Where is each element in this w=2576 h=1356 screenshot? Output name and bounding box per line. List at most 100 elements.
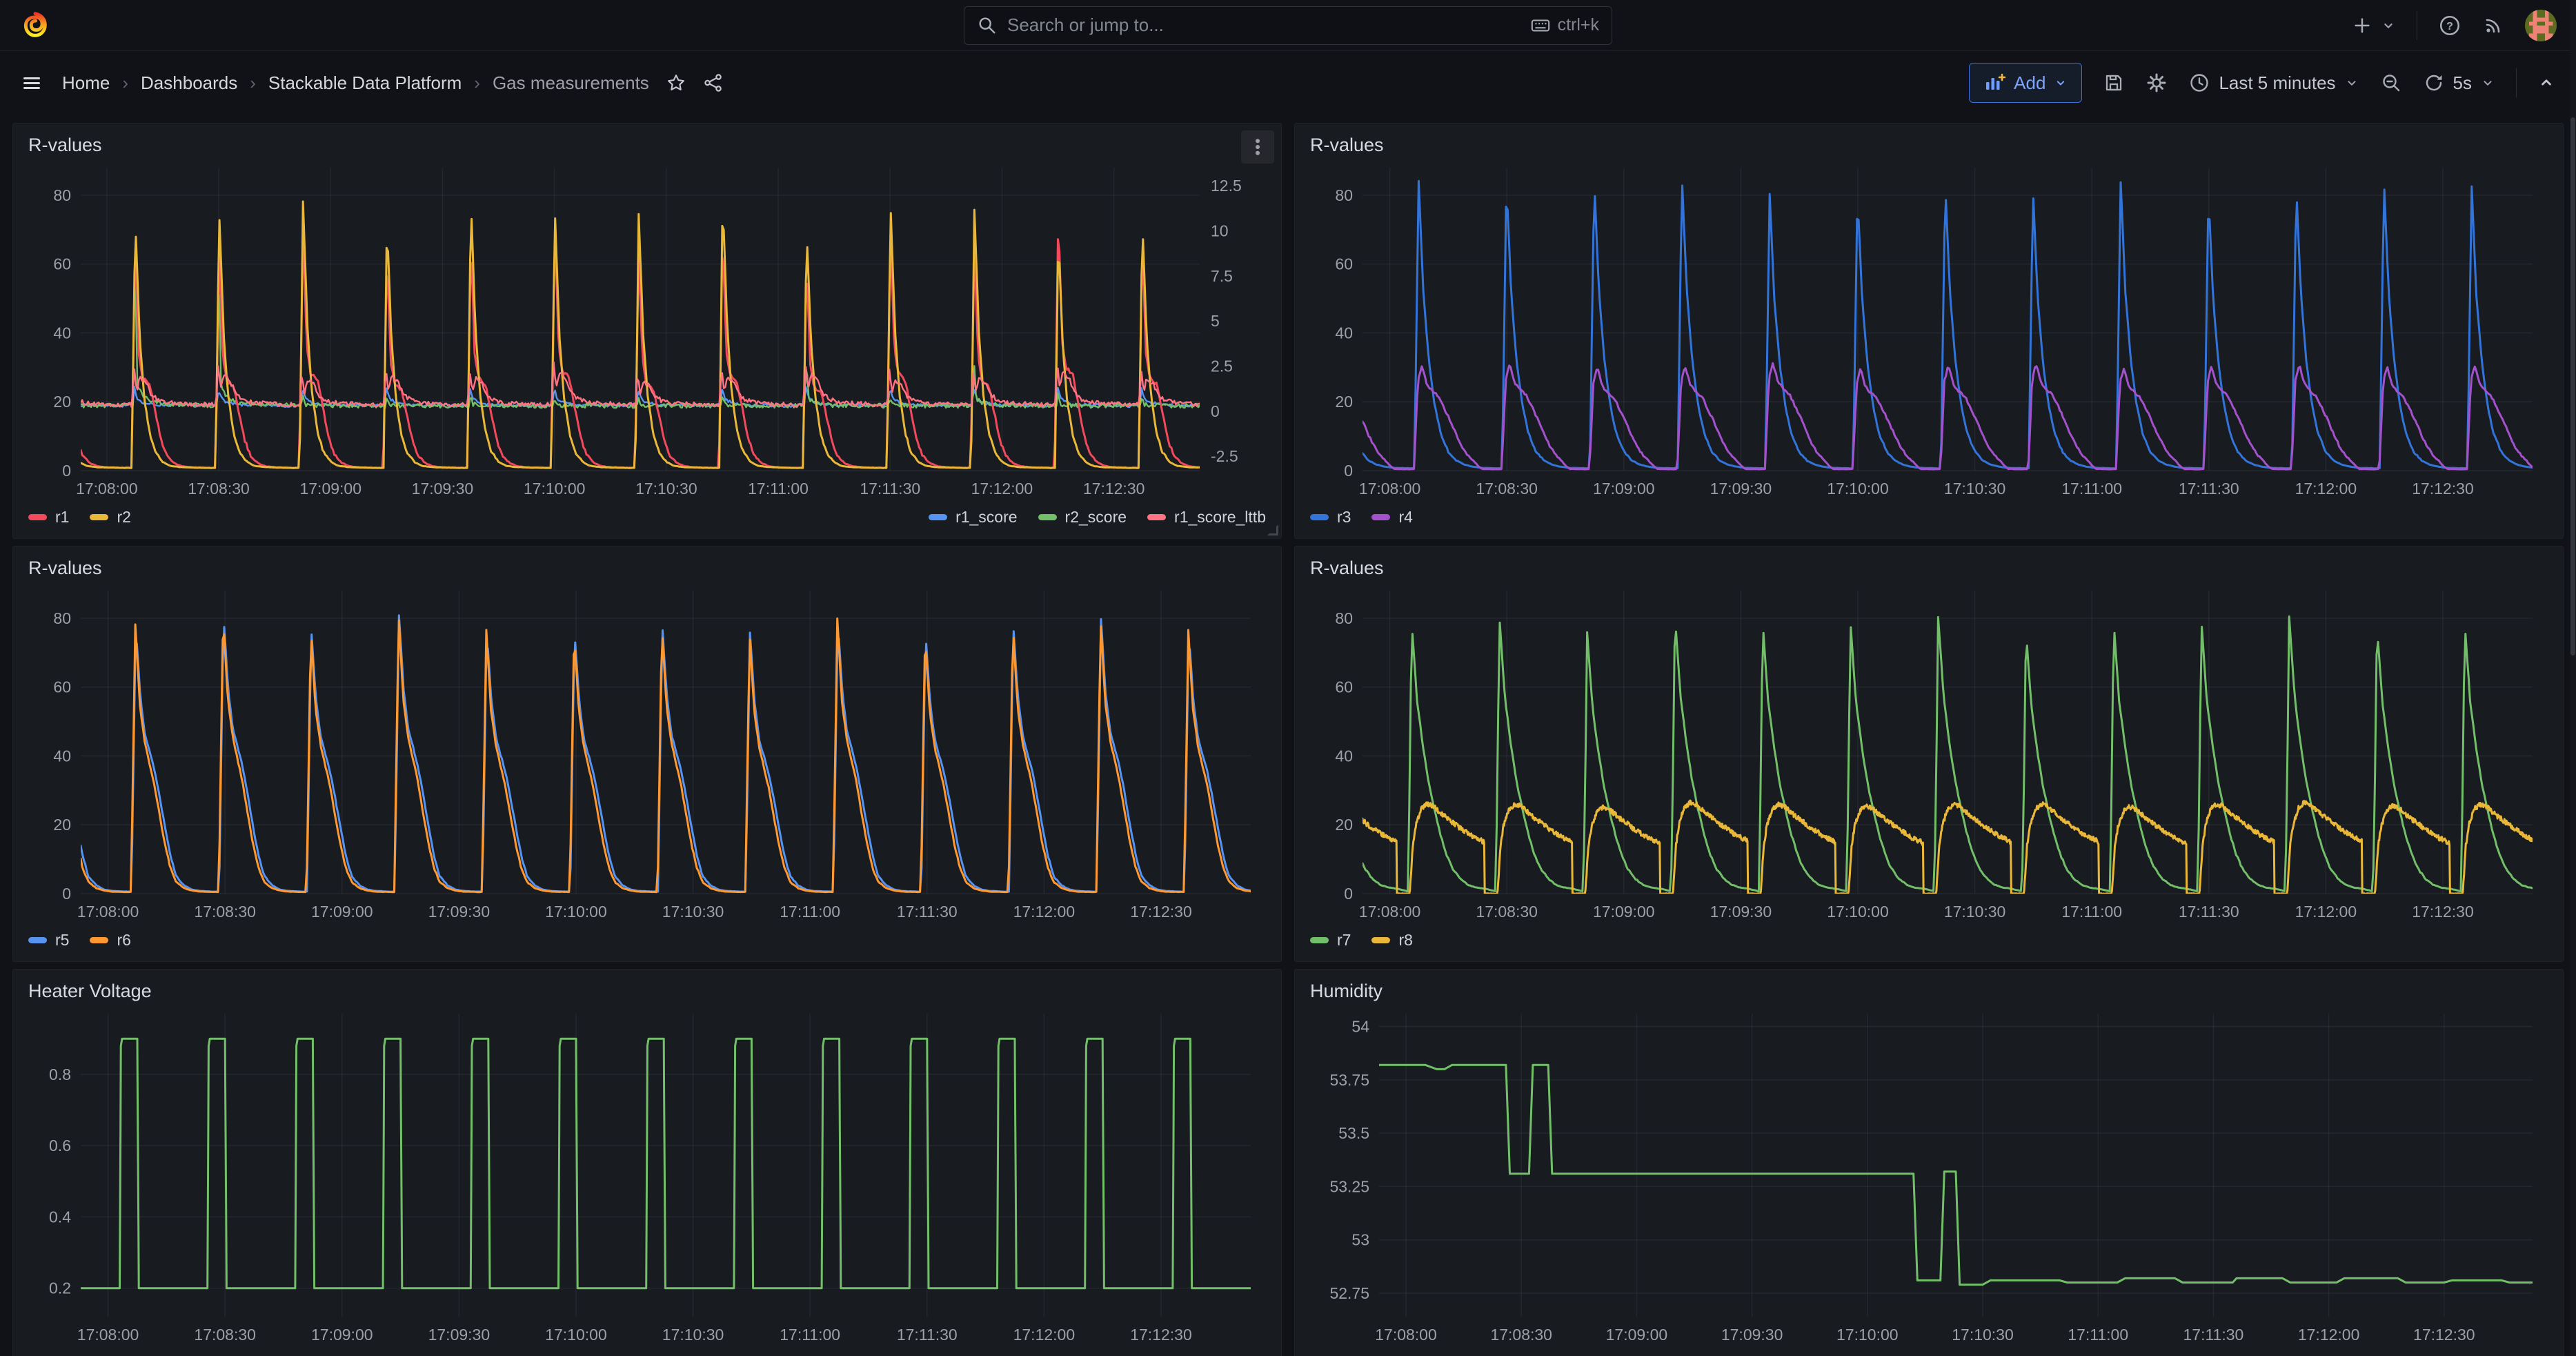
series-r7[interactable] [1363,616,2533,891]
legend-item-r1[interactable]: r1 [28,508,69,527]
breadcrumb: Home › Dashboards › Stackable Data Platf… [62,72,649,94]
axis-label: 17:09:30 [428,903,491,921]
time-series-plot[interactable]: 17:08:0017:08:3017:09:0017:09:3017:10:00… [1307,1007,2550,1347]
time-series-plot[interactable]: 17:08:0017:08:3017:09:0017:09:3017:10:00… [26,161,1269,501]
legend-item-r2[interactable]: r2 [90,508,130,527]
legend-item-r6[interactable]: r6 [90,931,130,950]
legend: r5 r6 [26,924,1269,956]
axis-label: 40 [53,324,71,342]
legend-swatch [90,514,108,520]
nav-bar: Home › Dashboards › Stackable Data Platf… [0,51,2576,115]
panel-resize-handle[interactable] [1267,524,1278,535]
axis-label: 0 [1344,885,1353,903]
axis-label: 17:08:00 [1359,480,1421,498]
help-icon[interactable]: ? [2438,14,2461,37]
panel-title[interactable]: R-values [1310,135,1384,156]
divider [2516,68,2517,97]
new-button[interactable] [2352,15,2396,36]
time-series-plot[interactable]: 17:08:0017:08:3017:09:0017:09:3017:10:00… [1307,584,2550,924]
axis-label: 17:08:30 [1476,903,1538,921]
axis-label: 80 [53,609,71,627]
axis-label: 20 [53,393,71,411]
zoom-out-icon[interactable] [2380,72,2402,94]
axis-label: 17:10:00 [545,1326,607,1344]
legend-item-r2_score[interactable]: r2_score [1038,508,1127,527]
axis-label: 17:09:00 [1606,1326,1668,1344]
series-heatervoltage[interactable] [81,1039,1251,1288]
breadcrumb-home[interactable]: Home [62,72,110,94]
legend-item-r3[interactable]: r3 [1310,508,1351,527]
axis-label: 20 [53,816,71,834]
axis-label: 17:10:30 [662,903,724,921]
legend-label: r5 [55,931,69,950]
add-button[interactable]: Add [1969,63,2082,103]
legend-swatch [90,937,108,943]
plus-icon [2352,15,2372,36]
panel: R-values 17:08:0017:08:3017:09:0017:09:30… [1294,123,2564,539]
series-r6[interactable] [81,618,1251,892]
panel-title[interactable]: Heater Voltage [28,981,152,1002]
axis-label: 17:08:00 [1375,1326,1437,1344]
save-icon[interactable] [2103,72,2125,94]
axis-label: 17:09:30 [1710,480,1772,498]
search-input[interactable] [1007,14,1520,36]
breadcrumb-folder[interactable]: Stackable Data Platform [268,72,462,94]
legend-item-heatervoltage[interactable]: heatervoltage [28,1354,151,1356]
legend-item-humidity[interactable]: humidity [1310,1354,1396,1356]
axis-label: 17:12:30 [2413,1326,2475,1344]
axis-label: 17:09:00 [311,1326,373,1344]
legend-item-r4[interactable]: r4 [1371,508,1412,527]
panel-title[interactable]: R-values [28,558,102,579]
avatar[interactable] [2525,10,2557,41]
legend-item-r1_score[interactable]: r1_score [929,508,1017,527]
panel-title[interactable]: Humidity [1310,981,1383,1002]
axis-label: 60 [53,255,71,273]
time-series-plot[interactable]: 17:08:0017:08:3017:09:0017:09:3017:10:00… [26,584,1269,924]
legend-item-r5[interactable]: r5 [28,931,69,950]
axis-label: 17:08:00 [77,1326,139,1344]
series-r5[interactable] [81,616,1251,892]
legend-item-r7[interactable]: r7 [1310,931,1351,950]
star-icon[interactable] [666,72,686,93]
legend-item-r1_score_lttb[interactable]: r1_score_lttb [1147,508,1266,527]
series-humidity[interactable] [1379,1065,2533,1284]
menu-icon[interactable] [21,72,43,94]
breadcrumb-separator: › [250,72,256,94]
axis-label: 17:10:30 [662,1326,724,1344]
axis-label: 0 [1211,402,1220,420]
search-box[interactable]: ctrl+k [964,6,1612,45]
panel-title[interactable]: R-values [28,135,102,156]
axis-label: 10 [1211,222,1229,239]
axis-label: 17:09:00 [1593,903,1655,921]
panel: Heater Voltage 17:08:0017:08:3017:09:0017… [12,969,1282,1356]
series-r3[interactable] [1363,181,2533,469]
scrollbar-thumb[interactable] [2570,117,2575,656]
chevron-down-icon [2480,75,2495,90]
settings-gear-icon[interactable] [2146,72,2168,94]
panel-title[interactable]: R-values [1310,558,1384,579]
news-rss-icon[interactable] [2482,14,2504,37]
axis-label: 60 [53,678,71,696]
legend-item-r8[interactable]: r8 [1371,931,1412,950]
axis-label: 17:08:00 [77,903,139,921]
series-r1_score_lttb[interactable] [81,362,1200,407]
time-range-picker[interactable]: Last 5 minutes [2188,72,2359,94]
time-series-plot[interactable]: 17:08:0017:08:3017:09:0017:09:3017:10:00… [26,1007,1269,1347]
time-series-plot[interactable]: 17:08:0017:08:3017:09:0017:09:3017:10:00… [1307,161,2550,501]
collapse-chevron-up-icon[interactable] [2537,74,2555,92]
chevron-down-icon [2381,18,2396,33]
refresh-picker[interactable]: 5s [2423,72,2495,94]
scrollbar[interactable] [2570,0,2576,1356]
grafana-logo[interactable] [19,10,51,41]
axis-label: 17:11:30 [2179,480,2239,498]
series-r2[interactable] [81,202,1200,468]
series-r8[interactable] [1363,800,2533,894]
breadcrumb-dashboards[interactable]: Dashboards [141,72,237,94]
axis-label: 17:12:00 [1013,1326,1076,1344]
panel-menu-button[interactable] [1241,130,1274,164]
panel: R-values 17:08:0017:08:3017:09:0017:09:30… [12,546,1282,962]
breadcrumb-current: Gas measurements [493,72,649,94]
legend-label: r4 [1398,508,1412,527]
axis-label: 17:08:30 [1490,1326,1552,1344]
share-icon[interactable] [703,72,724,93]
